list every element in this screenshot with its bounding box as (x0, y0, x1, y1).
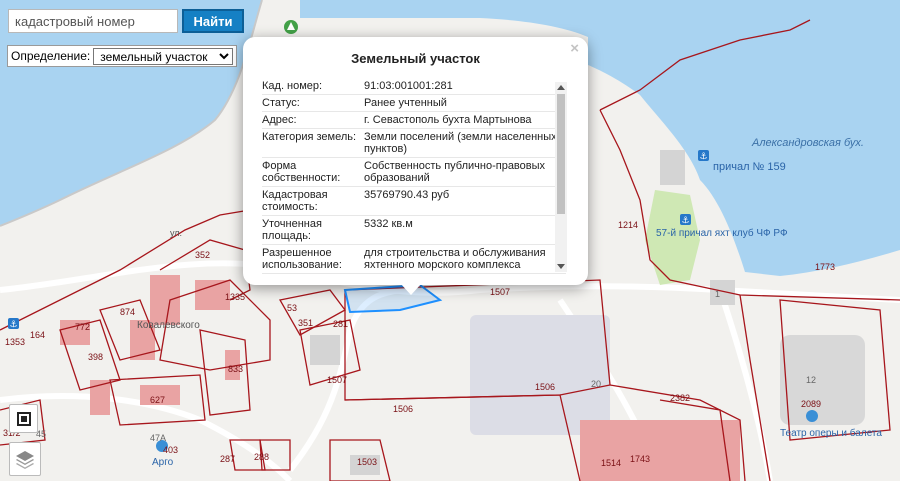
theatre-label: Театр оперы и балета (780, 427, 882, 439)
stadium (780, 335, 865, 425)
info-key: Адрес: (262, 114, 297, 126)
popup-info-table: Кад. номер: 91:03:001001:281 Статус: Ранее… (262, 78, 566, 274)
parcel-number: 12 (806, 375, 816, 385)
parcel-number: 1353 (5, 337, 25, 347)
info-row: Адрес: г. Севастополь бухта Мартынова (262, 112, 566, 129)
parcel-number: 1773 (815, 262, 835, 272)
parcel-number: 1507 (327, 375, 347, 385)
svg-text:⚓: ⚓ (9, 320, 17, 330)
anchor-icon: ⚓ (698, 150, 709, 162)
parcel-number: 403 (163, 445, 178, 455)
svg-text:⚓: ⚓ (699, 152, 707, 162)
parcel-number: 1506 (393, 404, 413, 414)
info-value: Земли поселений (земли населенных пункто… (364, 131, 557, 155)
definition-label: Определение: (11, 49, 91, 63)
info-value: Собственность публично-правовых образова… (364, 160, 546, 184)
park-icon (284, 20, 298, 34)
parcel-info-popup: × Земельный участок Кад. номер: 91:03:001… (243, 37, 588, 285)
parcel-number: 47А (150, 433, 166, 443)
info-row: Уточненная площадь: 5332 кв.м (262, 216, 566, 245)
bay-label: Александровская бух. (751, 137, 864, 149)
cadastral-search-input[interactable] (8, 9, 178, 33)
parcel-number: 1 (715, 289, 720, 299)
parcel-number: 398 (88, 352, 103, 362)
popup-title: Земельный участок (351, 51, 480, 66)
parcel-number: 627 (150, 395, 165, 405)
info-value: для строительства и обслуживания яхтенно… (364, 247, 546, 271)
parcel-number: 164 (30, 330, 45, 340)
layers-icon (16, 451, 34, 469)
parcel-number: 874 (120, 307, 135, 317)
parcel-number: 1506 (535, 382, 555, 392)
industrial-area (470, 315, 610, 435)
street-label: ул. (170, 228, 182, 238)
popup-pointer (400, 283, 422, 295)
street-label: Ковалевского (137, 320, 200, 331)
info-row: Кад. номер: 91:03:001001:281 (262, 78, 566, 95)
find-button[interactable]: Найти (182, 9, 244, 33)
info-key: Разрешенное использование: (262, 247, 342, 271)
info-row: Статус: Ранее учтенный (262, 95, 566, 112)
parcel-number: 2382 (670, 393, 690, 403)
layers-button[interactable] (9, 442, 41, 476)
parcel-number: 288 (254, 452, 269, 462)
parcel-number: 351 (298, 318, 313, 328)
parcel-number: 1335 (225, 292, 245, 302)
popup-scrollbar[interactable] (555, 82, 567, 272)
pier-57-label: 57-й причал яхт клуб ЧФ РФ (656, 227, 788, 239)
scroll-thumb[interactable] (557, 94, 565, 214)
parcel-number: 1514 (601, 458, 621, 468)
parcel-number: 281 (333, 319, 348, 329)
info-key: Уточненная площадь: (262, 218, 322, 242)
argo-label: Арго (152, 457, 174, 468)
info-value: 5332 кв.м (364, 218, 413, 230)
anchor-icon: ⚓ (8, 318, 19, 330)
parcel-number: 1214 (618, 220, 638, 230)
info-value: 35769790.43 руб (364, 189, 450, 201)
info-row: Кадастровая стоимость: 35769790.43 руб (262, 187, 566, 216)
info-key: Категория земель: (262, 131, 357, 143)
definition-select[interactable]: земельный участок (93, 47, 234, 65)
info-row: Форма собственности: Собственность публич… (262, 158, 566, 187)
anchor-icon: ⚓ (680, 214, 691, 226)
parcel-number: 2089 (801, 399, 821, 409)
info-value: Ранее учтенный (364, 97, 447, 109)
parcel-number: 772 (75, 322, 90, 332)
info-key: Кад. номер: (262, 80, 323, 92)
info-row: Категория земель: Земли поселений (земли … (262, 129, 566, 158)
info-key: Кадастровая стоимость: (262, 189, 328, 213)
scroll-up-icon[interactable] (557, 85, 565, 90)
info-value: г. Севастополь бухта Мартынова (364, 114, 532, 126)
parcel-number: 1743 (630, 454, 650, 464)
search-bar: Найти (8, 9, 244, 33)
parcel-number: 1507 (490, 287, 510, 297)
fullscreen-icon (16, 411, 31, 426)
parcel-number: 53 (287, 303, 297, 313)
parcel-number: 833 (228, 364, 243, 374)
info-key: Форма собственности: (262, 160, 341, 184)
definition-control: Определение: земельный участок (7, 45, 238, 67)
parcel-number: 1503 (357, 457, 377, 467)
info-key: Статус: (262, 97, 300, 109)
fullscreen-button[interactable] (9, 404, 38, 433)
scroll-down-icon[interactable] (557, 264, 565, 269)
svg-text:⚓: ⚓ (681, 216, 689, 226)
parcel-number: 352 (195, 250, 210, 260)
parcel-number: 20 (591, 379, 601, 389)
info-value: 91:03:001001:281 (364, 80, 453, 92)
parcel-number: 287 (220, 454, 235, 464)
info-row: Разрешенное использование: для строительс… (262, 245, 566, 274)
pier-159-label: причал № 159 (713, 161, 786, 173)
theatre-icon (806, 410, 818, 422)
